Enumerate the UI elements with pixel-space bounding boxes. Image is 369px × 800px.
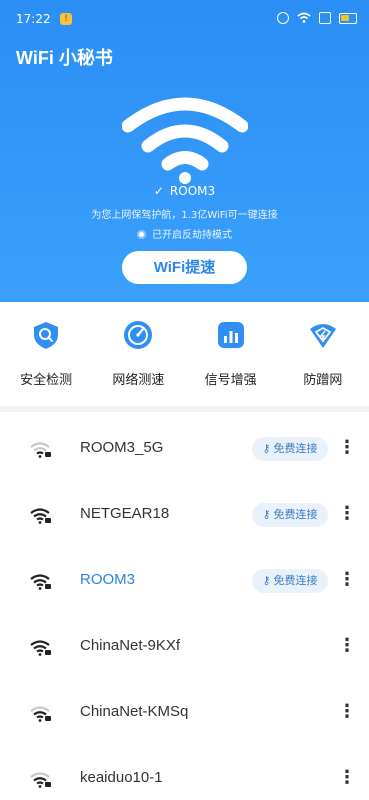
wifi-locked-icon xyxy=(30,442,51,458)
screen-record-icon xyxy=(319,12,331,24)
wifi-locked-icon xyxy=(30,508,51,524)
wifi-locked-icon xyxy=(30,640,51,656)
notification-badge-icon: ! xyxy=(60,13,72,25)
wifi-locked-icon xyxy=(30,706,51,722)
status-bar: 17:22 ! xyxy=(0,0,369,40)
network-name: ChinaNet-KMSq xyxy=(80,703,189,720)
tool-label: 网络测速 xyxy=(112,373,165,388)
battery-icon xyxy=(339,12,357,24)
shield-icon xyxy=(34,322,58,349)
wifi-shield-icon xyxy=(309,324,336,348)
app-title: WiFi 小秘书 xyxy=(16,48,113,68)
wifi-status-icon xyxy=(297,12,311,23)
free-connect-label: 免费连接 xyxy=(273,574,318,587)
more-options-icon[interactable]: ⋮ xyxy=(338,435,356,461)
wifi-network-list: ROOM3_5G ⚷ 免费连接 ⋮ NETGEAR18 ⚷ 免费连接 ⋮ ROOM3… xyxy=(0,406,369,800)
network-row[interactable]: ChinaNet-KMSq ⋮ xyxy=(0,681,369,747)
free-connect-button[interactable]: ⚷ 免费连接 xyxy=(252,437,328,461)
tool-security-check[interactable]: 安全检测 xyxy=(0,302,92,406)
wifi-locked-icon xyxy=(30,772,51,788)
network-row[interactable]: NETGEAR18 ⚷ 免费连接 ⋮ xyxy=(0,483,369,549)
wifi-locked-icon xyxy=(30,574,51,590)
more-options-icon[interactable]: ⋮ xyxy=(338,765,356,791)
more-options-icon[interactable]: ⋮ xyxy=(338,699,356,725)
network-row[interactable]: keaiduo10-1 ⋮ xyxy=(0,747,369,800)
network-row-active[interactable]: ROOM3 ⚷ 免费连接 ⋮ xyxy=(0,549,369,615)
signal-bars-icon xyxy=(217,322,244,348)
check-icon: ✓ xyxy=(153,184,164,198)
tool-label: 安全检测 xyxy=(20,373,73,388)
free-connect-label: 免费连接 xyxy=(273,508,318,521)
guard-mode: 已开启反劫持模式 xyxy=(0,226,369,241)
network-row[interactable]: ROOM3_5G ⚷ 免费连接 ⋮ xyxy=(0,417,369,483)
header-panel: 17:22 ! WiFi 小秘书 ✓ ROOM3 为您上网保驾护航，1.3亿WiF… xyxy=(0,0,369,302)
tool-anti-leech[interactable]: 防蹭网 xyxy=(277,302,369,406)
key-icon: ⚷ xyxy=(262,508,271,521)
guard-mode-text: 已开启反劫持模式 xyxy=(152,230,232,241)
network-row[interactable]: ChinaNet-9KXf ⋮ xyxy=(0,615,369,681)
status-time: 17:22 xyxy=(16,12,51,26)
tool-label: 防蹭网 xyxy=(303,373,343,388)
more-options-icon[interactable]: ⋮ xyxy=(338,567,356,593)
network-name: ROOM3 xyxy=(80,571,136,588)
tool-speed-test[interactable]: 网络测速 xyxy=(92,302,184,406)
free-connect-button[interactable]: ⚷ 免费连接 xyxy=(252,569,328,593)
wifi-boost-button[interactable]: WiFi提速 xyxy=(122,251,247,284)
more-options-icon[interactable]: ⋮ xyxy=(338,501,356,527)
status-icons xyxy=(277,12,357,24)
tools-row: 安全检测 网络测速 信号增强 防蹭网 xyxy=(0,302,369,406)
tool-label: 信号增强 xyxy=(204,373,257,388)
network-name: NETGEAR18 xyxy=(80,505,170,522)
network-name: ROOM3_5G xyxy=(80,439,164,456)
free-connect-button[interactable]: ⚷ 免费连接 xyxy=(252,503,328,527)
connected-ssid: ✓ ROOM3 xyxy=(0,184,369,198)
network-name: keaiduo10-1 xyxy=(80,769,163,786)
connected-ssid-text: ROOM3 xyxy=(169,184,216,198)
header-subtitle: 为您上网保驾护航，1.3亿WiFi可一键连接 xyxy=(91,210,278,221)
guard-status-icon xyxy=(137,230,146,239)
tool-signal-boost[interactable]: 信号增强 xyxy=(185,302,277,406)
network-name: ChinaNet-9KXf xyxy=(80,637,181,654)
key-icon: ⚷ xyxy=(262,442,271,455)
mute-icon xyxy=(277,12,289,24)
free-connect-label: 免费连接 xyxy=(273,442,318,455)
speedometer-icon xyxy=(124,321,153,349)
key-icon: ⚷ xyxy=(262,574,271,587)
wifi-large-icon xyxy=(122,97,248,184)
more-options-icon[interactable]: ⋮ xyxy=(338,633,356,659)
